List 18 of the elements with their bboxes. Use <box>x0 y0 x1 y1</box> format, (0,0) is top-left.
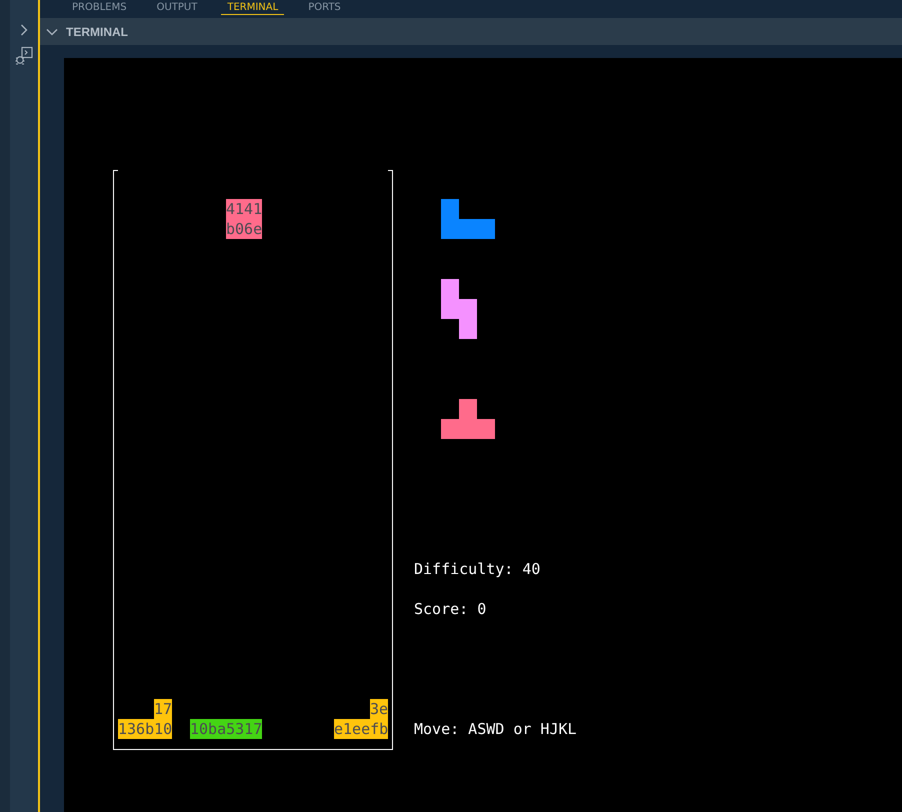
tile: e1eefb <box>334 719 388 739</box>
tile: 4141 <box>226 199 262 219</box>
score-label: Score: 0 <box>414 599 488 619</box>
panel-tab[interactable]: PORTS <box>302 0 347 15</box>
tile: 17 <box>154 699 172 719</box>
tile: 10ba5317 <box>190 719 262 739</box>
tile: 136b10 <box>118 719 172 739</box>
debug-console-icon[interactable] <box>14 46 34 66</box>
chevron-down-icon[interactable] <box>46 28 58 36</box>
section-title: TERMINAL <box>66 24 128 38</box>
chevron-right-icon[interactable] <box>20 24 28 36</box>
difficulty-label: Difficulty: 40 <box>414 559 542 579</box>
panel-tab[interactable]: PROBLEMS <box>66 0 133 15</box>
tile: b06e <box>226 219 262 239</box>
panel-tab[interactable]: OUTPUT <box>150 0 204 15</box>
panel-tab[interactable]: TERMINAL <box>221 0 284 15</box>
tile: 3e <box>370 699 388 719</box>
controls-hint: Move: ASWD or HJKL <box>414 719 578 739</box>
